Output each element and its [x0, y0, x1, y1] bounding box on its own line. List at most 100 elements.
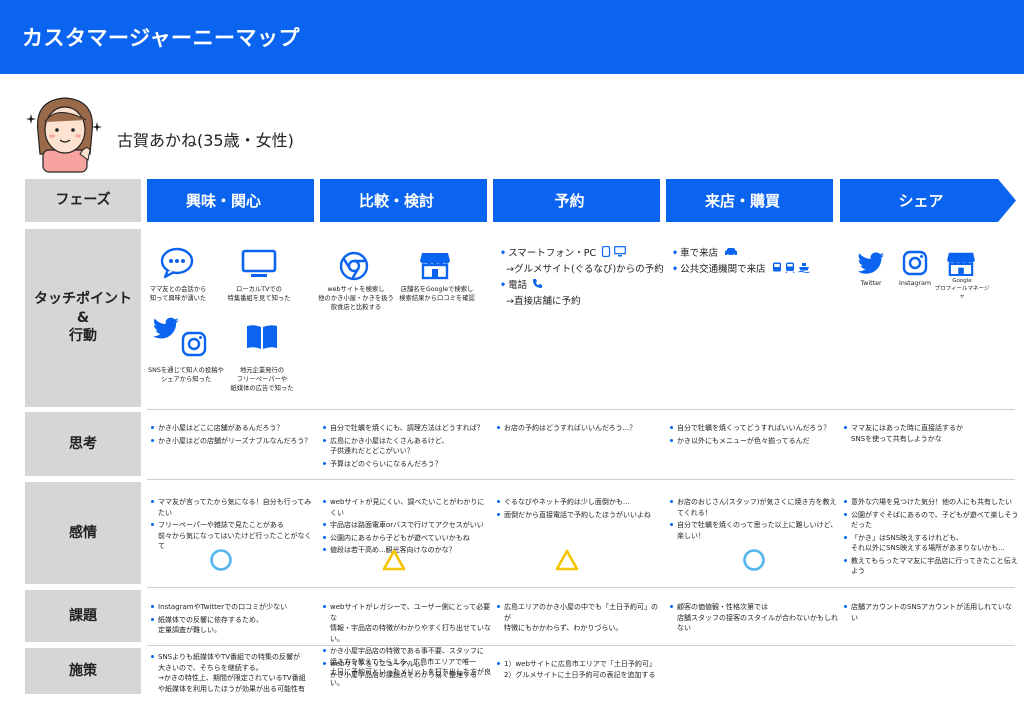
phase-share: シェア [840, 179, 1016, 222]
thought-item: ママ友にはあった時に直接話するか SNSを使って共有しようかな [843, 423, 1015, 444]
train-icon [785, 262, 795, 274]
touchpoint-transit-label: 公共交通機関で来店 [680, 264, 766, 276]
issue-item: 紙媒体での反響に依存するため、 定量調査が難しい。 [150, 615, 318, 636]
emotion-item: webサイトが見にくい、調べたいことがわかりにくい [322, 497, 490, 518]
measure-cell-compare: webサイトをリニューアルし、 かき小屋宇品店の課題点をわかり易く整理する [322, 659, 490, 682]
touchpoint-phone-label: 電話 [508, 280, 528, 292]
page-title: カスタマージャーニーマップ [22, 26, 301, 50]
thought-item: 自分で牡蠣を焼くってどうすればいいんだろう？ [669, 423, 835, 434]
emotion-item: フリーペーパーや雑誌で見たことがある 前々から気になってはいたけど行ったことがな… [150, 520, 318, 552]
instagram-icon [181, 331, 207, 357]
thought-cell-compare: 自分で牡蠣を焼くにも、調理方法はどうすれば？ 広島にかき小屋はたくさんあるけど、… [322, 423, 490, 471]
row-divider [147, 645, 1015, 646]
issue-item: 広島エリアのかき小屋の中でも「土日予約可」のが 特徴にもかかわらず、わかりづらい… [496, 602, 664, 634]
thought-item: かき小屋はどこに店舗があるんだろう？ [150, 423, 316, 434]
touchpoint-store-label: 店舗名をGoogleで検索し 検索結果から口コミを確認 [399, 286, 475, 303]
tv-icon [241, 249, 277, 277]
label-emotion: 感情 [25, 482, 141, 584]
touchpoint-chat-label: ママ友との会話から 知って興味が湧いた [149, 286, 207, 303]
issue-cell-share: 店舗アカウントのSNSアカウントが活用しれていない [843, 602, 1015, 625]
phase-visit: 来店・購買 [666, 179, 833, 222]
header-bar: カスタマージャーニーマップ [0, 0, 1024, 74]
emotion-item: 公園内にあるから子どもが遊べていいかもね [322, 533, 490, 544]
touchpoint-visit-text: • 車で来店 • 公共交通機関で来店 [672, 246, 832, 278]
row-divider [147, 479, 1015, 480]
touchpoint-smartphone-label: スマートフォン・PC [508, 248, 597, 259]
thought-cell-share: ママ友にはあった時に直接話するか SNSを使って共有しようかな [843, 423, 1015, 446]
measure-item: webサイトをリニューアルし、 かき小屋宇品店の課題点をわかり易く整理する [322, 659, 490, 680]
touchpoint-google-label: Google プロフィールマネージャ [934, 278, 990, 300]
touchpoint-twitter-label: Twitter [860, 280, 882, 287]
emotion-item: 宇品店は路面電車orバスで行けてアクセスがいい [322, 520, 490, 531]
emotion-item: 教えてもらったママ友に宇品店に行ってきたこと伝えよう [843, 556, 1019, 577]
issue-item: 顧客の価値観・性格次第では 店舗スタッフの接客のスタイルが合わないかもしれない [669, 602, 839, 634]
issue-item: webサイトがレガシーで、ユーザー側にとって必要な 情報・宇品店の特徴がわかりや… [322, 602, 494, 644]
open-book-icon [247, 325, 277, 349]
emotion-item: ママ友が言ってたから気になる！自分も行ってみたい [150, 497, 318, 518]
issue-cell-reserve: 広島エリアのかき小屋の中でも「土日予約可」のが 特徴にもかかわらず、わかりづらい… [496, 602, 664, 636]
emotion-cell-interest: ママ友が言ってたから気になる！自分も行ってみたい フリーペーパーや雑誌で見たこと… [150, 497, 318, 554]
thought-item: お店の予約はどうすればいいんだろう...？ [496, 423, 662, 434]
thought-cell-visit: 自分で牡蠣を焼くってどうすればいいんだろう？ かき以外にもメニューが色々揃ってる… [669, 423, 835, 448]
thought-item: 予算はどのぐらいになるんだろう？ [322, 459, 490, 470]
touchpoint-book-label: 地元企業発行の フリーペーパーや 紙媒体の広告で知った [230, 367, 294, 393]
touchpoint-reserve-text: • スマートフォン・PC →グルメサイト(ぐるなび)からの予約 • 電話 →直接店舗… [500, 245, 665, 311]
instagram-icon [902, 250, 928, 276]
issue-cell-visit: 顧客の価値観・性格次第では 店舗スタッフの接客のスタイルが合わないかもしれない [669, 602, 839, 636]
thought-cell-interest: かき小屋はどこに店舗があるんだろう？ かき小屋はどの店舗がリーズナブルなんだろう… [150, 423, 316, 448]
ship-icon [798, 263, 810, 274]
issue-item: InstagramやTwitterでの口コミが少ない [150, 602, 318, 613]
phase-reserve: 予約 [493, 179, 660, 222]
emotion-cell-visit: お店のおじさん(スタッフ)が気さくに焼き方を教えてくれる！ 自分で牡蠣を焼くのっ… [669, 497, 839, 543]
measure-item: 1）webサイトに広島市エリアで「土日予約可」 2）グルメサイトに土日予約可の表… [496, 659, 662, 680]
touchpoint-chrome-label: webサイトを検索し 他のかき小屋・かきを扱う 飲食店と比較する [318, 286, 394, 312]
emotion-cell-reserve: ぐるなびやネット予約は少し面倒かも... 面倒だから直接電話で予約したほうがいい… [496, 497, 662, 522]
phase-compare: 比較・検討 [320, 179, 487, 222]
phone-icon [533, 279, 543, 289]
emotion-good-circle [743, 549, 765, 571]
measure-item: SNSよりも紙媒体やTV番組での特集の反響が 大きいので、そちらを継続する。 →… [150, 652, 318, 694]
label-touchpoint: タッチポイント & 行動 [25, 229, 141, 407]
thought-item: 広島にかき小屋はたくさんあるけど、 子供連れだとどこがいい？ [322, 436, 490, 457]
measure-cell-reserve: 1）webサイトに広島市エリアで「土日予約可」 2）グルメサイトに土日予約可の表… [496, 659, 662, 682]
bus-icon [772, 262, 781, 272]
emotion-good-circle [210, 549, 232, 571]
row-divider [147, 587, 1015, 588]
emotion-cell-share: 意外な穴場を見つけた気分！他の人にも共有したい 公園がすぐそばにあるので、子ども… [843, 497, 1019, 579]
label-phase: フェーズ [25, 179, 141, 222]
emotion-item: 「かき」はSNS映えするけれども、 それ以外にSNS映えする場所があまりないかも… [843, 533, 1019, 554]
emotion-item: ぐるなびやネット予約は少し面倒かも... [496, 497, 662, 508]
thought-cell-reserve: お店の予約はどうすればいいんだろう...？ [496, 423, 662, 436]
emotion-neutral-triangle [555, 549, 579, 571]
emotion-item: 面倒だから直接電話で予約したほうがいいよね [496, 510, 662, 521]
persona-avatar [26, 97, 102, 173]
touchpoint-tv-label: ローカルTVでの 特集番組を見て知った [227, 286, 291, 303]
monitor-icon [614, 246, 627, 257]
issue-cell-interest: InstagramやTwitterでの口コミが少ない 紙媒体での反響に依存するた… [150, 602, 318, 638]
twitter-icon [857, 252, 885, 274]
touchpoint-car-label: 車で来店 [680, 248, 719, 259]
car-icon [725, 248, 738, 257]
emotion-item: お店のおじさん(スタッフ)が気さくに焼き方を教えてくれる！ [669, 497, 839, 518]
store-icon [420, 253, 450, 280]
emotion-item: 意外な穴場を見つけた気分！他の人にも共有したい [843, 497, 1019, 508]
store-icon [947, 252, 975, 276]
phase-interest: 興味・関心 [147, 179, 314, 222]
label-issue: 課題 [25, 590, 141, 642]
measure-cell-interest: SNSよりも紙媒体やTV番組での特集の反響が 大きいので、そちらを継続する。 →… [150, 652, 318, 696]
touchpoint-gourmet-label: →グルメサイト(ぐるなび)からの予約 [506, 264, 664, 276]
persona-name: 古賀あかね(35歳・女性) [117, 131, 294, 150]
thought-item: かき以外にもメニューが色々揃ってるんだ [669, 436, 835, 447]
smartphone-icon [602, 245, 611, 258]
touchpoint-instagram-label: Instagram [898, 280, 932, 287]
emotion-item: 自分で牡蠣を焼くのって思った以上に難しいけど、楽しい！ [669, 520, 839, 541]
thought-item: かき小屋はどの店舗がリーズナブルなんだろう？ [150, 436, 316, 447]
twitter-icon [153, 317, 179, 339]
thought-item: 自分で牡蠣を焼くにも、調理方法はどうすれば？ [322, 423, 490, 434]
label-thought: 思考 [25, 412, 141, 476]
emotion-item: 公園がすぐそばにあるので、子どもが遊べて楽しそうだった [843, 510, 1019, 531]
issue-item: 店舗アカウントのSNSアカウントが活用しれていない [843, 602, 1015, 623]
touchpoint-sns-label: SNSを通じて知人の投稿や シェアから知った [148, 367, 224, 384]
chrome-icon [339, 251, 369, 281]
row-divider [147, 409, 1015, 410]
